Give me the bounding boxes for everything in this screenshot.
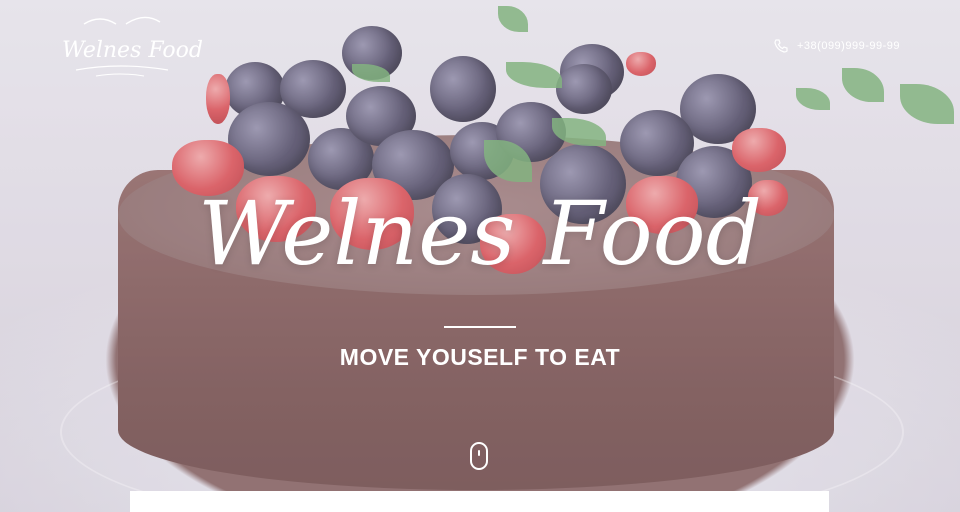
mouse-wheel [478,450,480,456]
hero-subtitle: MOVE YOUSELF TO EAT [339,344,621,370]
logo-text: Welnes Food [62,38,203,63]
header-phone[interactable]: +38(099)999-99-99 [773,38,900,54]
content-panel [130,491,829,512]
phone-icon [773,38,789,54]
mouse-scroll-icon[interactable] [470,442,488,470]
phone-number: +38(099)999-99-99 [797,40,900,52]
title-divider [444,326,516,328]
brand-logo[interactable]: Welnes Food [56,10,203,80]
hero-title: Welnes Food [198,182,762,285]
